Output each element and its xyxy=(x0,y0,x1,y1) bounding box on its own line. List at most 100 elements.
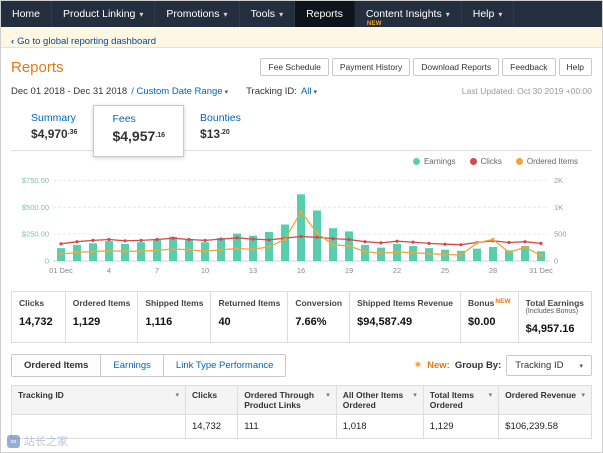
stat-value: $94,587.49 xyxy=(357,316,413,328)
stat-value: 1,129 xyxy=(72,316,101,328)
nav-promotions[interactable]: Promotions ▾ xyxy=(155,1,240,27)
legend-clicks-label: Clicks xyxy=(480,156,502,166)
nav-content-insights[interactable]: Content Insights ▾ NEW xyxy=(355,1,462,27)
tab-bounties[interactable]: Bounties $13.20 xyxy=(184,108,257,149)
svg-text:28: 28 xyxy=(489,266,497,275)
cell-ordered-through-product-links: 111 xyxy=(237,414,337,439)
col-label: All Other Items Ordered xyxy=(342,390,404,410)
bounties-tab-value: $13.20 xyxy=(200,127,241,141)
nav-reports[interactable]: Reports xyxy=(295,1,355,27)
new-badge: NEW xyxy=(495,298,511,305)
cents: .20 xyxy=(220,129,230,136)
tab-fees[interactable]: Fees $4,957.16 xyxy=(93,105,185,157)
group-by-select[interactable]: Tracking ID ▾ xyxy=(506,355,592,376)
cell-tracking-id xyxy=(11,414,186,439)
tab-summary[interactable]: Summary $4,970.36 xyxy=(15,108,93,149)
nav-reports-label: Reports xyxy=(306,8,343,20)
table-row[interactable]: 14,732 111 1,018 1,129 $106,239.58 xyxy=(11,414,592,439)
stat-value: 40 xyxy=(218,316,231,328)
payment-history-button[interactable]: Payment History xyxy=(331,58,411,76)
feedback-button[interactable]: Feedback xyxy=(502,58,556,76)
currency-symbol: $ xyxy=(31,127,38,141)
custom-date-range-label: / Custom Date Range xyxy=(131,85,223,97)
svg-text:0: 0 xyxy=(554,257,558,266)
back-arrow-icon: ‹ xyxy=(11,36,15,47)
svg-text:$500.00: $500.00 xyxy=(22,203,49,212)
fee-schedule-button[interactable]: Fee Schedule xyxy=(260,58,329,76)
global-dashboard-link[interactable]: ‹ Go to global reporting dashboard xyxy=(11,36,156,47)
stat-sublabel: (Includes Bonus) xyxy=(525,308,579,315)
download-reports-button[interactable]: Download Reports xyxy=(413,58,500,76)
stat-total-earnings: Total Earnings (Includes Bonus) $4,957.16 xyxy=(519,292,591,342)
reports-content: Reports Fee Schedule Payment History Dow… xyxy=(1,48,602,439)
caret-down-icon: ▾ xyxy=(313,88,318,96)
filter-row: Dec 01 2018 - Dec 31 2018 / Custom Date … xyxy=(11,83,592,99)
custom-date-range-dropdown[interactable]: / Custom Date Range ▾ xyxy=(131,86,228,97)
stat-label: Total Earnings xyxy=(525,298,584,308)
svg-text:500: 500 xyxy=(554,230,567,239)
bounties-tab-label: Bounties xyxy=(200,112,241,124)
svg-text:25: 25 xyxy=(441,266,449,275)
svg-text:$250.00: $250.00 xyxy=(22,230,49,239)
amount: 4,957 xyxy=(120,128,156,144)
tracking-id-label: Tracking ID: xyxy=(246,85,297,97)
col-label: Ordered Revenue xyxy=(505,390,577,400)
nav-product-linking-label: Product Linking xyxy=(63,8,136,20)
cell-all-other-items-ordered: 1,018 xyxy=(335,414,424,439)
amount: 13 xyxy=(206,127,221,141)
svg-text:$750.00: $750.00 xyxy=(22,176,49,185)
caret-down-icon: ▾ xyxy=(279,9,284,19)
svg-text:31 Dec: 31 Dec xyxy=(529,266,553,275)
new-label: New: xyxy=(427,360,450,371)
col-ordered-revenue[interactable]: Ordered Revenue ▾ xyxy=(498,385,592,415)
nav-product-linking[interactable]: Product Linking ▾ xyxy=(52,1,156,27)
amazon-associates-reports-app: Home Product Linking ▾ Promotions ▾ Tools ▾… xyxy=(0,0,603,453)
reports-header: Reports Fee Schedule Payment History Dow… xyxy=(11,54,592,80)
earnings-dot-icon xyxy=(412,157,420,165)
caret-down-icon: ▾ xyxy=(139,9,144,19)
help-button[interactable]: Help xyxy=(558,58,592,76)
stat-label: Ordered Items xyxy=(72,298,131,308)
col-clicks[interactable]: Clicks xyxy=(184,385,239,415)
stat-clicks: Clicks 14,732 xyxy=(12,292,66,342)
new-sparkle-icon: ✷ xyxy=(413,360,423,371)
tracking-id-dropdown[interactable]: All ▾ xyxy=(301,86,317,97)
group-by-value: Tracking ID xyxy=(515,360,564,371)
legend-earnings[interactable]: Earnings xyxy=(412,157,456,166)
stat-shipped-items: Shipped Items 1,116 xyxy=(138,292,212,342)
svg-text:01 Dec: 01 Dec xyxy=(49,266,73,275)
caret-down-icon: ▾ xyxy=(498,9,503,19)
col-ordered-through-product-links[interactable]: Ordered Through Product Links ▾ xyxy=(237,385,337,415)
col-tracking-id[interactable]: Tracking ID ▾ xyxy=(11,385,186,415)
nav-home[interactable]: Home xyxy=(1,1,53,27)
nav-tools[interactable]: Tools ▾ xyxy=(240,1,296,27)
stat-conversion: Conversion 7.66% xyxy=(288,292,351,342)
stat-label: Bonus xyxy=(467,298,495,308)
caret-down-icon: ▾ xyxy=(223,9,228,19)
new-badge: NEW xyxy=(366,21,382,27)
nav-help-label: Help xyxy=(472,8,495,20)
caret-down-icon: ▾ xyxy=(445,9,450,19)
header-button-group: Fee Schedule Payment History Download Re… xyxy=(260,58,592,76)
legend-ordered-items[interactable]: Ordered Items xyxy=(515,157,578,166)
cents: .16 xyxy=(155,132,166,139)
nav-promotions-label: Promotions xyxy=(166,8,220,20)
stat-label: Returned Items xyxy=(218,298,281,308)
caret-down-icon: ▾ xyxy=(579,362,583,370)
summary-stats-bar: Clicks 14,732 Ordered Items 1,129 Shippe… xyxy=(11,291,592,343)
summary-tab-value: $4,970.36 xyxy=(31,127,77,141)
tab-link-type-performance[interactable]: Link Type Performance xyxy=(163,355,286,376)
col-all-other-items-ordered[interactable]: All Other Items Ordered ▾ xyxy=(335,385,424,415)
stat-value: $0.00 xyxy=(467,316,496,328)
nav-home-label: Home xyxy=(12,8,41,20)
svg-text:0: 0 xyxy=(45,257,49,266)
col-total-items-ordered[interactable]: Total Items Ordered ▾ xyxy=(422,385,500,415)
tab-earnings[interactable]: Earnings xyxy=(101,355,164,376)
caret-down-icon: ▾ xyxy=(581,392,585,399)
tab-ordered-items[interactable]: Ordered Items xyxy=(12,355,102,376)
legend-clicks[interactable]: Clicks xyxy=(469,156,502,166)
nav-content-insights-label: Content Insights xyxy=(365,8,442,20)
summary-tab-row: Summary $4,970.36 Fees $4,957.16 Bountie… xyxy=(11,103,592,157)
nav-help[interactable]: Help ▾ xyxy=(462,1,515,27)
date-range-value: Dec 01 2018 - Dec 31 2018 xyxy=(11,85,128,97)
